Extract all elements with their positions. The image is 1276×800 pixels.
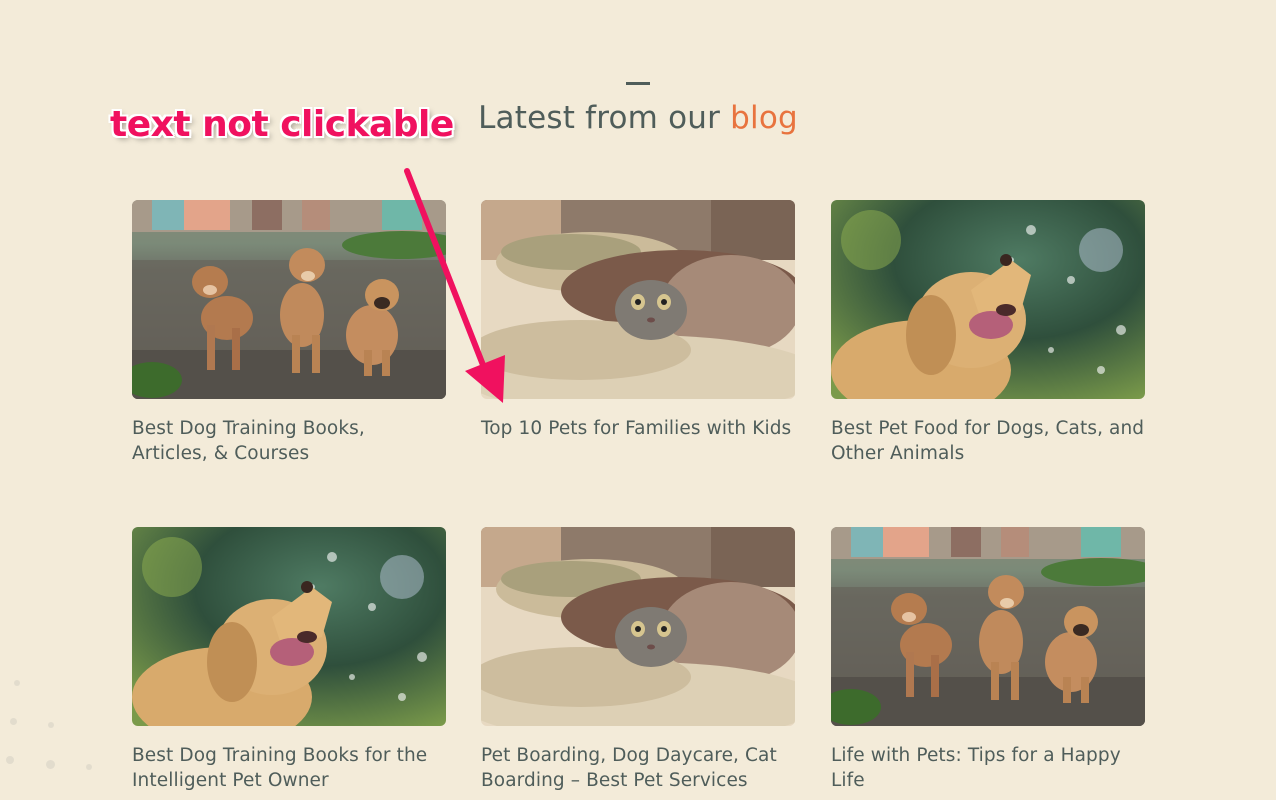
cat-under-blanket-photo (481, 200, 795, 399)
blog-post-thumbnail[interactable] (831, 527, 1145, 726)
blog-post-card: Pet Boarding, Dog Daycare, Cat Boarding … (481, 527, 795, 793)
blog-post-title: Best Dog Training Books for the Intellig… (132, 745, 428, 791)
cat-under-blanket-photo (481, 527, 795, 726)
heading-accent-text: blog (730, 100, 798, 136)
blog-post-card: Life with Pets: Tips for a Happy Life (831, 527, 1145, 793)
heading-text: Latest from our (478, 100, 731, 136)
annotation-arrow-icon (404, 168, 505, 403)
decorative-dot (86, 764, 92, 770)
blog-post-title: Best Pet Food for Dogs, Cats, and Other … (831, 418, 1145, 464)
decorative-dot (6, 756, 14, 764)
heading-divider (626, 82, 650, 85)
blog-post-card: Top 10 Pets for Families with Kids (481, 200, 795, 441)
blog-post-title: Life with Pets: Tips for a Happy Life (831, 745, 1121, 791)
annotation-label: text not clickable (110, 104, 454, 145)
blog-post-thumbnail[interactable] (132, 527, 446, 726)
decorative-dot (10, 718, 17, 725)
decorative-dot (48, 722, 54, 728)
decorative-dot (14, 680, 20, 686)
blog-post-thumbnail[interactable] (481, 200, 795, 399)
blog-post-thumbnail[interactable] (481, 527, 795, 726)
golden-retriever-photo (132, 527, 446, 726)
blog-section: Latest from our blog Best Dog Training B… (0, 0, 1276, 800)
blog-post-card: Best Pet Food for Dogs, Cats, and Other … (831, 200, 1145, 466)
decorative-dot (46, 760, 55, 769)
golden-retriever-photo (831, 200, 1145, 399)
blog-post-thumbnail[interactable] (831, 200, 1145, 399)
blog-post-title: Top 10 Pets for Families with Kids (481, 418, 792, 439)
blog-post-title: Best Dog Training Books, Articles, & Cou… (132, 418, 365, 464)
blog-post-title: Pet Boarding, Dog Daycare, Cat Boarding … (481, 745, 777, 791)
three-puppies-photo (831, 527, 1145, 726)
blog-post-card: Best Dog Training Books for the Intellig… (132, 527, 446, 793)
